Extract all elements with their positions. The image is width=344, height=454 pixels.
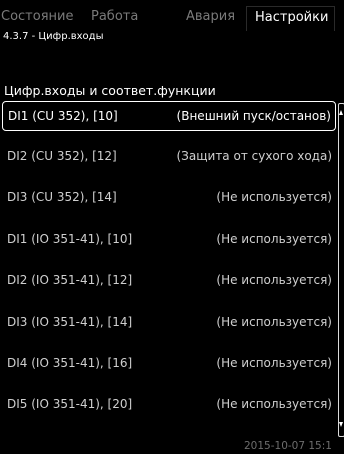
list-item-di2-cu352[interactable]: DI2 (CU 352), [12] (Защита от сухого ход… bbox=[2, 142, 336, 171]
breadcrumb: 4.3.7 - Цифр.входы bbox=[3, 31, 104, 42]
input-function: (Не используется) bbox=[216, 397, 332, 411]
tab-alarm[interactable]: Авария bbox=[186, 9, 235, 25]
input-name: DI3 (CU 352), [14] bbox=[7, 190, 117, 204]
datetime: 2015-10-07 15:1 bbox=[244, 440, 332, 452]
input-function: (Не используется) bbox=[216, 315, 332, 329]
input-name: DI2 (IO 351-41), [12] bbox=[7, 273, 133, 287]
list-item-di3-cu352[interactable]: DI3 (CU 352), [14] (Не используется) bbox=[2, 183, 336, 212]
tab-bar: Состояние Работа Авария Настройки bbox=[0, 0, 344, 34]
input-function: (Не используется) bbox=[216, 356, 332, 370]
list-item-di1-cu352[interactable]: DI1 (CU 352), [10] (Внешний пуск/останов… bbox=[2, 101, 336, 131]
input-name: DI2 (CU 352), [12] bbox=[7, 149, 117, 163]
input-function: (Не используется) bbox=[216, 232, 332, 246]
input-name: DI3 (IO 351-41), [14] bbox=[7, 315, 133, 329]
input-function: (Не используется) bbox=[216, 273, 332, 287]
input-name: DI1 (CU 352), [10] bbox=[8, 109, 118, 123]
tab-status[interactable]: Состояние bbox=[1, 9, 73, 25]
list-item-di1-io351[interactable]: DI1 (IO 351-41), [10] (Не используется) bbox=[2, 225, 336, 254]
list-item-di3-io351[interactable]: DI3 (IO 351-41), [14] (Не используется) bbox=[2, 308, 336, 337]
scrollbar[interactable] bbox=[338, 103, 344, 437]
input-function: (Внешний пуск/останов) bbox=[176, 109, 331, 123]
input-name: DI1 (IO 351-41), [10] bbox=[7, 232, 133, 246]
section-title: Цифр.входы и соответ.функции bbox=[4, 83, 216, 98]
list-item-di5-io351[interactable]: DI5 (IO 351-41), [20] (Не используется) bbox=[2, 390, 336, 419]
input-name: DI4 (IO 351-41), [16] bbox=[7, 356, 133, 370]
input-name: DI5 (IO 351-41), [20] bbox=[7, 397, 133, 411]
tab-settings[interactable]: Настройки bbox=[246, 6, 336, 31]
scroll-up-arrow-icon[interactable] bbox=[339, 110, 343, 115]
input-function: (Не используется) bbox=[216, 190, 332, 204]
tab-operation[interactable]: Работа bbox=[91, 9, 138, 25]
input-function: (Защита от сухого хода) bbox=[176, 149, 332, 163]
scroll-down-arrow-icon[interactable] bbox=[339, 422, 343, 427]
list-item-di2-io351[interactable]: DI2 (IO 351-41), [12] (Не используется) bbox=[2, 266, 336, 295]
list-item-di4-io351[interactable]: DI4 (IO 351-41), [16] (Не используется) bbox=[2, 349, 336, 378]
